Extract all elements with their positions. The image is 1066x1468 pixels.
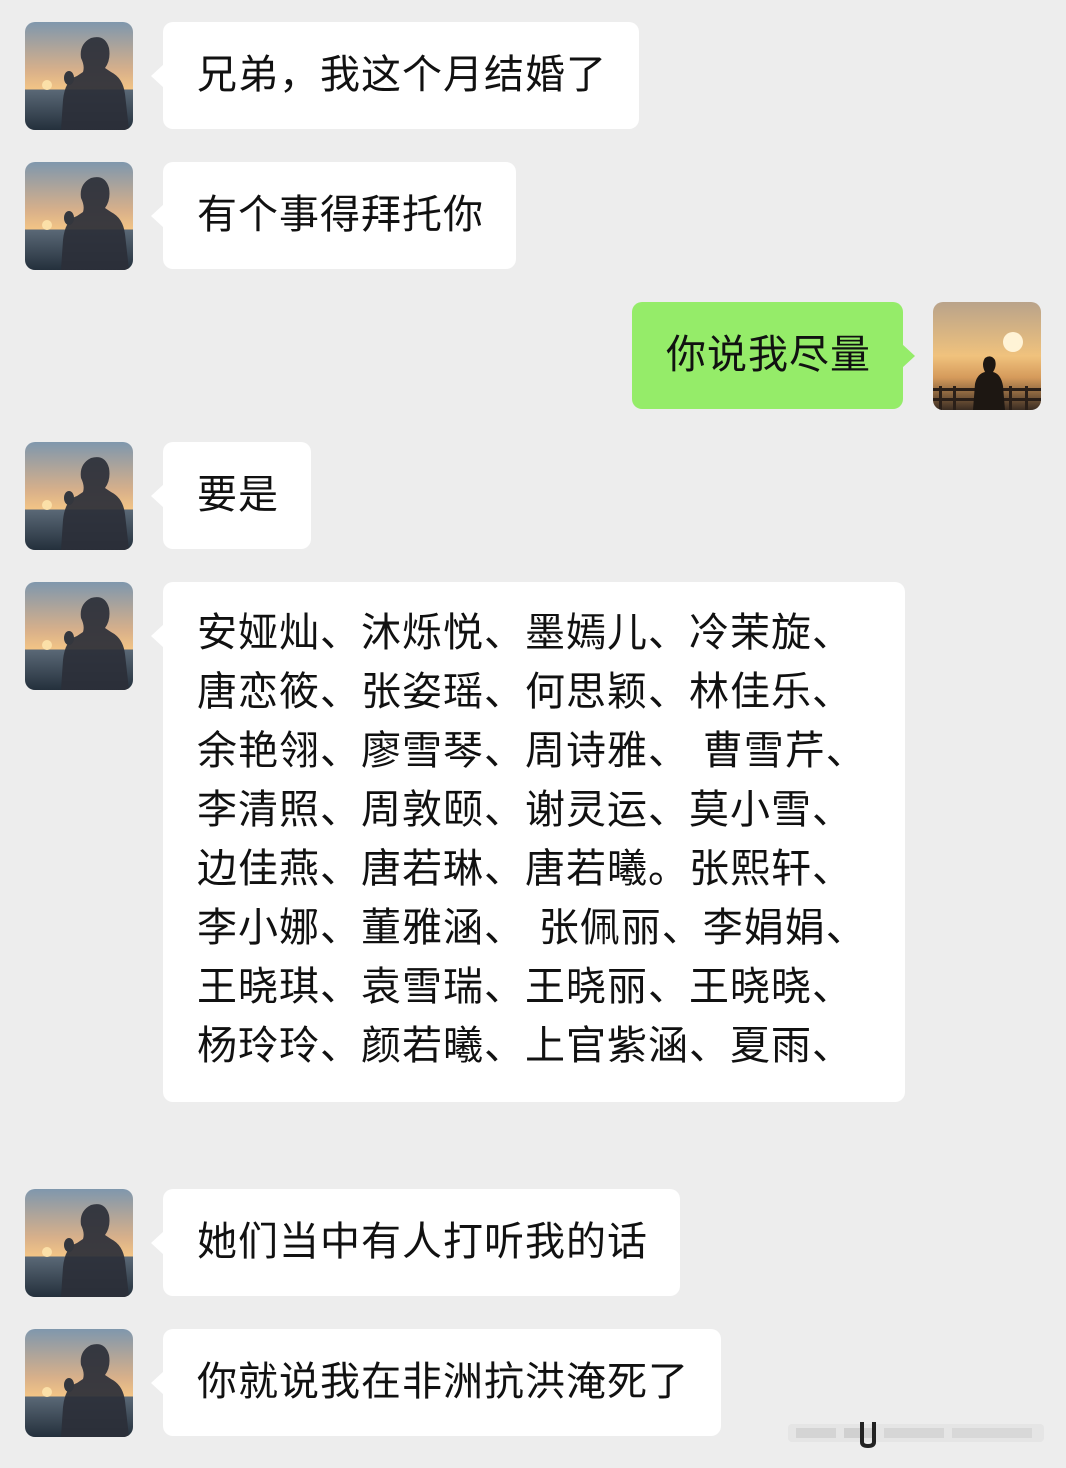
- man-silhouette-sunset-avatar-icon: [25, 1329, 133, 1437]
- message-bubble[interactable]: 她们当中有人打听我的话: [151, 1189, 680, 1296]
- avatar[interactable]: [25, 442, 133, 550]
- avatar[interactable]: [25, 162, 133, 270]
- message-text: 她们当中有人打听我的话: [197, 1219, 648, 1265]
- man-silhouette-sunset-avatar-icon: [25, 162, 133, 270]
- avatar[interactable]: [25, 1189, 133, 1297]
- my-avatar[interactable]: [933, 302, 1041, 410]
- man-silhouette-sunset-avatar-icon: [25, 1189, 133, 1297]
- avatar[interactable]: [25, 22, 133, 130]
- message-text: 你就说我在非洲抗洪淹死了: [197, 1359, 689, 1405]
- man-silhouette-sunset-avatar-icon: [25, 22, 133, 130]
- avatar[interactable]: [25, 1329, 133, 1437]
- message-bubble[interactable]: 安娅灿、沐烁悦、墨嫣儿、冷茉旋、唐恋筱、张姿瑶、何思颖、林佳乐、余艳翎、廖雪琴、…: [151, 582, 905, 1102]
- message-text: 你说我尽量: [666, 332, 871, 378]
- avatar[interactable]: [25, 582, 133, 690]
- message-bubble[interactable]: 要是: [151, 442, 311, 549]
- message-text: 有个事得拜托你: [197, 192, 484, 238]
- watermark-icon: [788, 1422, 1044, 1448]
- man-silhouette-sunset-avatar-icon: [25, 442, 133, 550]
- message-text: 安娅灿、沐烁悦、墨嫣儿、冷茉旋、唐恋筱、张姿瑶、何思颖、林佳乐、余艳翎、廖雪琴、…: [197, 610, 867, 1069]
- man-by-railing-sunset-avatar-icon: [933, 302, 1041, 410]
- message-text: 要是: [197, 472, 279, 518]
- message-bubble[interactable]: 兄弟，我这个月结婚了: [151, 22, 639, 129]
- man-silhouette-sunset-avatar-icon: [25, 582, 133, 690]
- message-text: 兄弟，我这个月结婚了: [197, 52, 607, 98]
- message-bubble[interactable]: 你就说我在非洲抗洪淹死了: [151, 1329, 721, 1436]
- message-bubble[interactable]: 有个事得拜托你: [151, 162, 516, 269]
- message-bubble-outgoing[interactable]: 你说我尽量: [632, 302, 915, 409]
